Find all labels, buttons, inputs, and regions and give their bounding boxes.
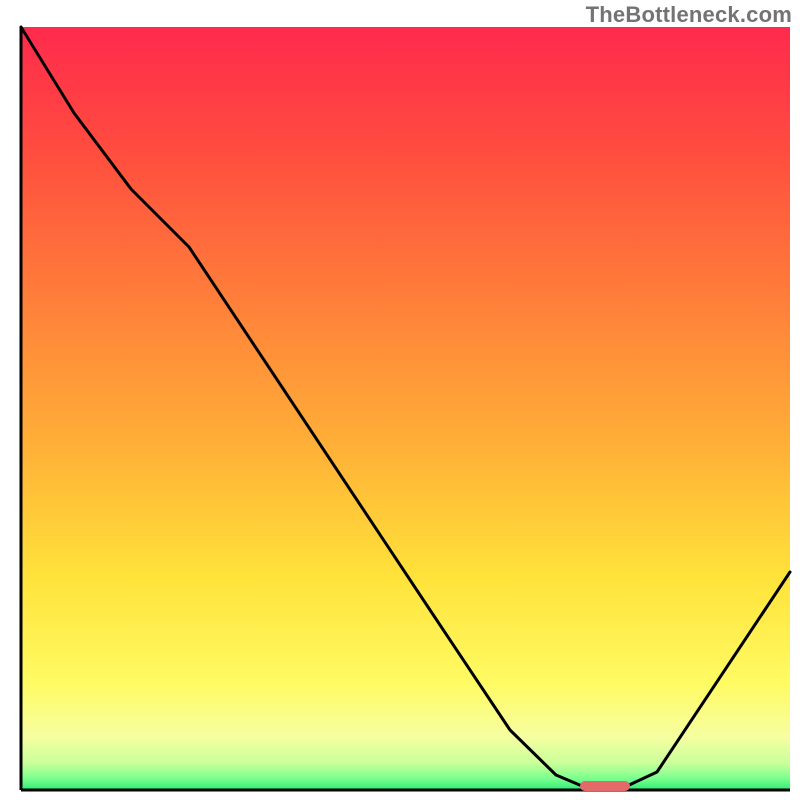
bottleneck-chart — [0, 0, 800, 800]
chart-background — [21, 27, 790, 790]
watermark-text: TheBottleneck.com — [586, 2, 792, 28]
optimal-marker — [580, 781, 630, 791]
